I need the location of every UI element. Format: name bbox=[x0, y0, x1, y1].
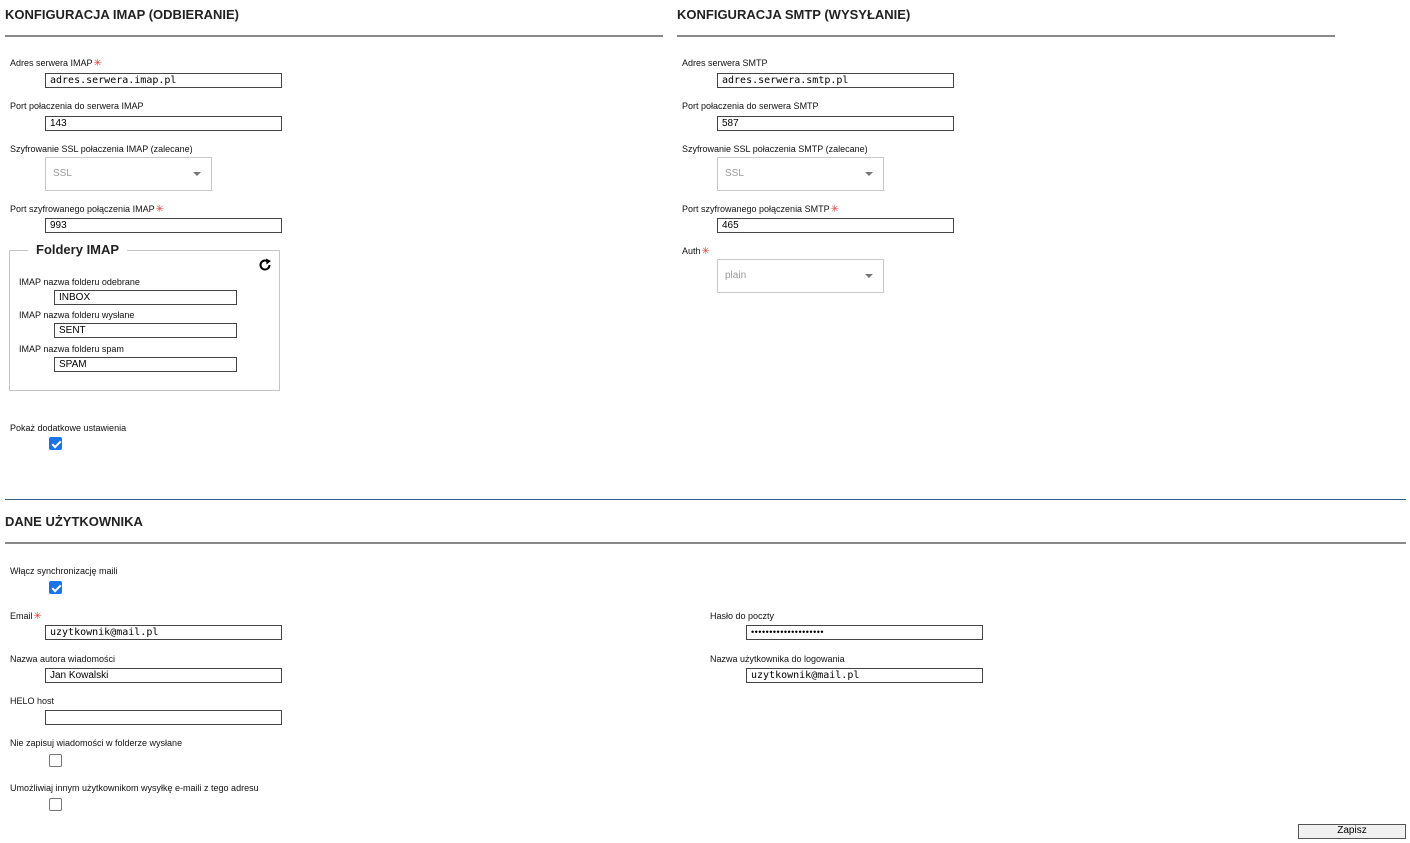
imap-spam-label: IMAP nazwa folderu spam bbox=[19, 344, 124, 354]
author-input[interactable] bbox=[45, 668, 282, 683]
email-label: Email✳ bbox=[10, 611, 42, 622]
imap-title-divider bbox=[5, 35, 663, 37]
smtp-section-title: KONFIGURACJA SMTP (WYSYŁANIE) bbox=[677, 7, 911, 22]
smtp-server-input[interactable] bbox=[717, 73, 954, 88]
imap-ssl-selected: SSL bbox=[53, 168, 72, 179]
imap-sent-label: IMAP nazwa folderu wysłane bbox=[19, 310, 135, 320]
imap-folders-legend: Foldery IMAP bbox=[28, 242, 128, 257]
smtp-ssl-port-label: Port szyfrowanego połączenia SMTP✳ bbox=[682, 204, 839, 215]
imap-server-label: Adres serwera IMAP✳ bbox=[10, 58, 102, 69]
section-divider bbox=[5, 499, 1406, 500]
sync-checkbox[interactable] bbox=[49, 581, 62, 594]
required-asterisk-icon: ✳ bbox=[33, 611, 42, 622]
smtp-server-label: Adres serwera SMTP bbox=[682, 58, 768, 68]
smtp-ssl-selected: SSL bbox=[725, 168, 744, 179]
smtp-ssl-port-input[interactable] bbox=[717, 218, 954, 233]
nosave-label: Nie zapisuj wiadomości w folderze wysłan… bbox=[10, 738, 183, 748]
imap-ssl-label: Szyfrowanie SSL połaczenia IMAP (zalecan… bbox=[10, 144, 193, 154]
imap-port-label: Port połaczenia do serwera IMAP bbox=[10, 101, 144, 111]
login-input[interactable] bbox=[746, 668, 983, 683]
nosave-checkbox[interactable] bbox=[49, 754, 62, 767]
imap-sent-input[interactable] bbox=[54, 323, 237, 338]
password-label: Hasło do poczty bbox=[710, 611, 775, 621]
imap-port-input[interactable] bbox=[45, 116, 282, 131]
imap-ssl-port-label: Port szyfrowanego połączenia IMAP✳ bbox=[10, 204, 164, 215]
imap-ssl-port-input[interactable] bbox=[45, 218, 282, 233]
imap-inbox-label: IMAP nazwa folderu odebrane bbox=[19, 277, 140, 287]
show-more-checkbox[interactable] bbox=[49, 437, 62, 450]
email-input[interactable] bbox=[45, 625, 282, 640]
sync-label: Włącz synchronizację maili bbox=[10, 566, 118, 576]
user-section-title: DANE UŻYTKOWNIKA bbox=[5, 514, 143, 529]
smtp-auth-selected: plain bbox=[725, 270, 747, 281]
imap-spam-input[interactable] bbox=[54, 357, 237, 372]
smtp-title-divider bbox=[677, 35, 1335, 37]
imap-section-title: KONFIGURACJA IMAP (ODBIERANIE) bbox=[5, 7, 240, 22]
smtp-port-input[interactable] bbox=[717, 116, 954, 131]
save-button[interactable]: Zapisz bbox=[1298, 824, 1406, 839]
smtp-ssl-label: Szyfrowanie SSL połaczenia SMTP (zalecan… bbox=[682, 144, 868, 154]
smtp-auth-select[interactable]: plain bbox=[717, 259, 884, 293]
helo-label: HELO host bbox=[10, 696, 55, 706]
smtp-ssl-select[interactable]: SSL bbox=[717, 157, 884, 191]
login-label: Nazwa użytkownika do logowania bbox=[710, 654, 845, 664]
show-more-label: Pokaż dodatkowe ustawienia bbox=[10, 423, 127, 433]
refresh-icon[interactable] bbox=[258, 258, 272, 272]
imap-ssl-select[interactable]: SSL bbox=[45, 157, 212, 191]
smtp-port-label: Port połaczenia do serwera SMTP bbox=[682, 101, 819, 111]
author-label: Nazwa autora wiadomości bbox=[10, 654, 116, 664]
smtp-auth-label: Auth✳ bbox=[682, 246, 710, 257]
required-asterisk-icon: ✳ bbox=[701, 246, 710, 257]
imap-server-input[interactable] bbox=[45, 73, 282, 88]
allow-label: Umożliwiaj innym użytkownikom wysyłkę e-… bbox=[10, 783, 259, 793]
user-title-divider bbox=[5, 542, 1406, 544]
required-asterisk-icon: ✳ bbox=[830, 204, 839, 215]
required-asterisk-icon: ✳ bbox=[93, 58, 102, 69]
required-asterisk-icon: ✳ bbox=[155, 204, 164, 215]
chevron-down-icon bbox=[193, 172, 201, 176]
imap-inbox-input[interactable] bbox=[54, 290, 237, 305]
helo-input[interactable] bbox=[45, 710, 282, 725]
password-input[interactable]: •••••••••••••••••••• bbox=[746, 625, 983, 640]
allow-checkbox[interactable] bbox=[49, 798, 62, 811]
chevron-down-icon bbox=[865, 274, 873, 278]
chevron-down-icon bbox=[865, 172, 873, 176]
